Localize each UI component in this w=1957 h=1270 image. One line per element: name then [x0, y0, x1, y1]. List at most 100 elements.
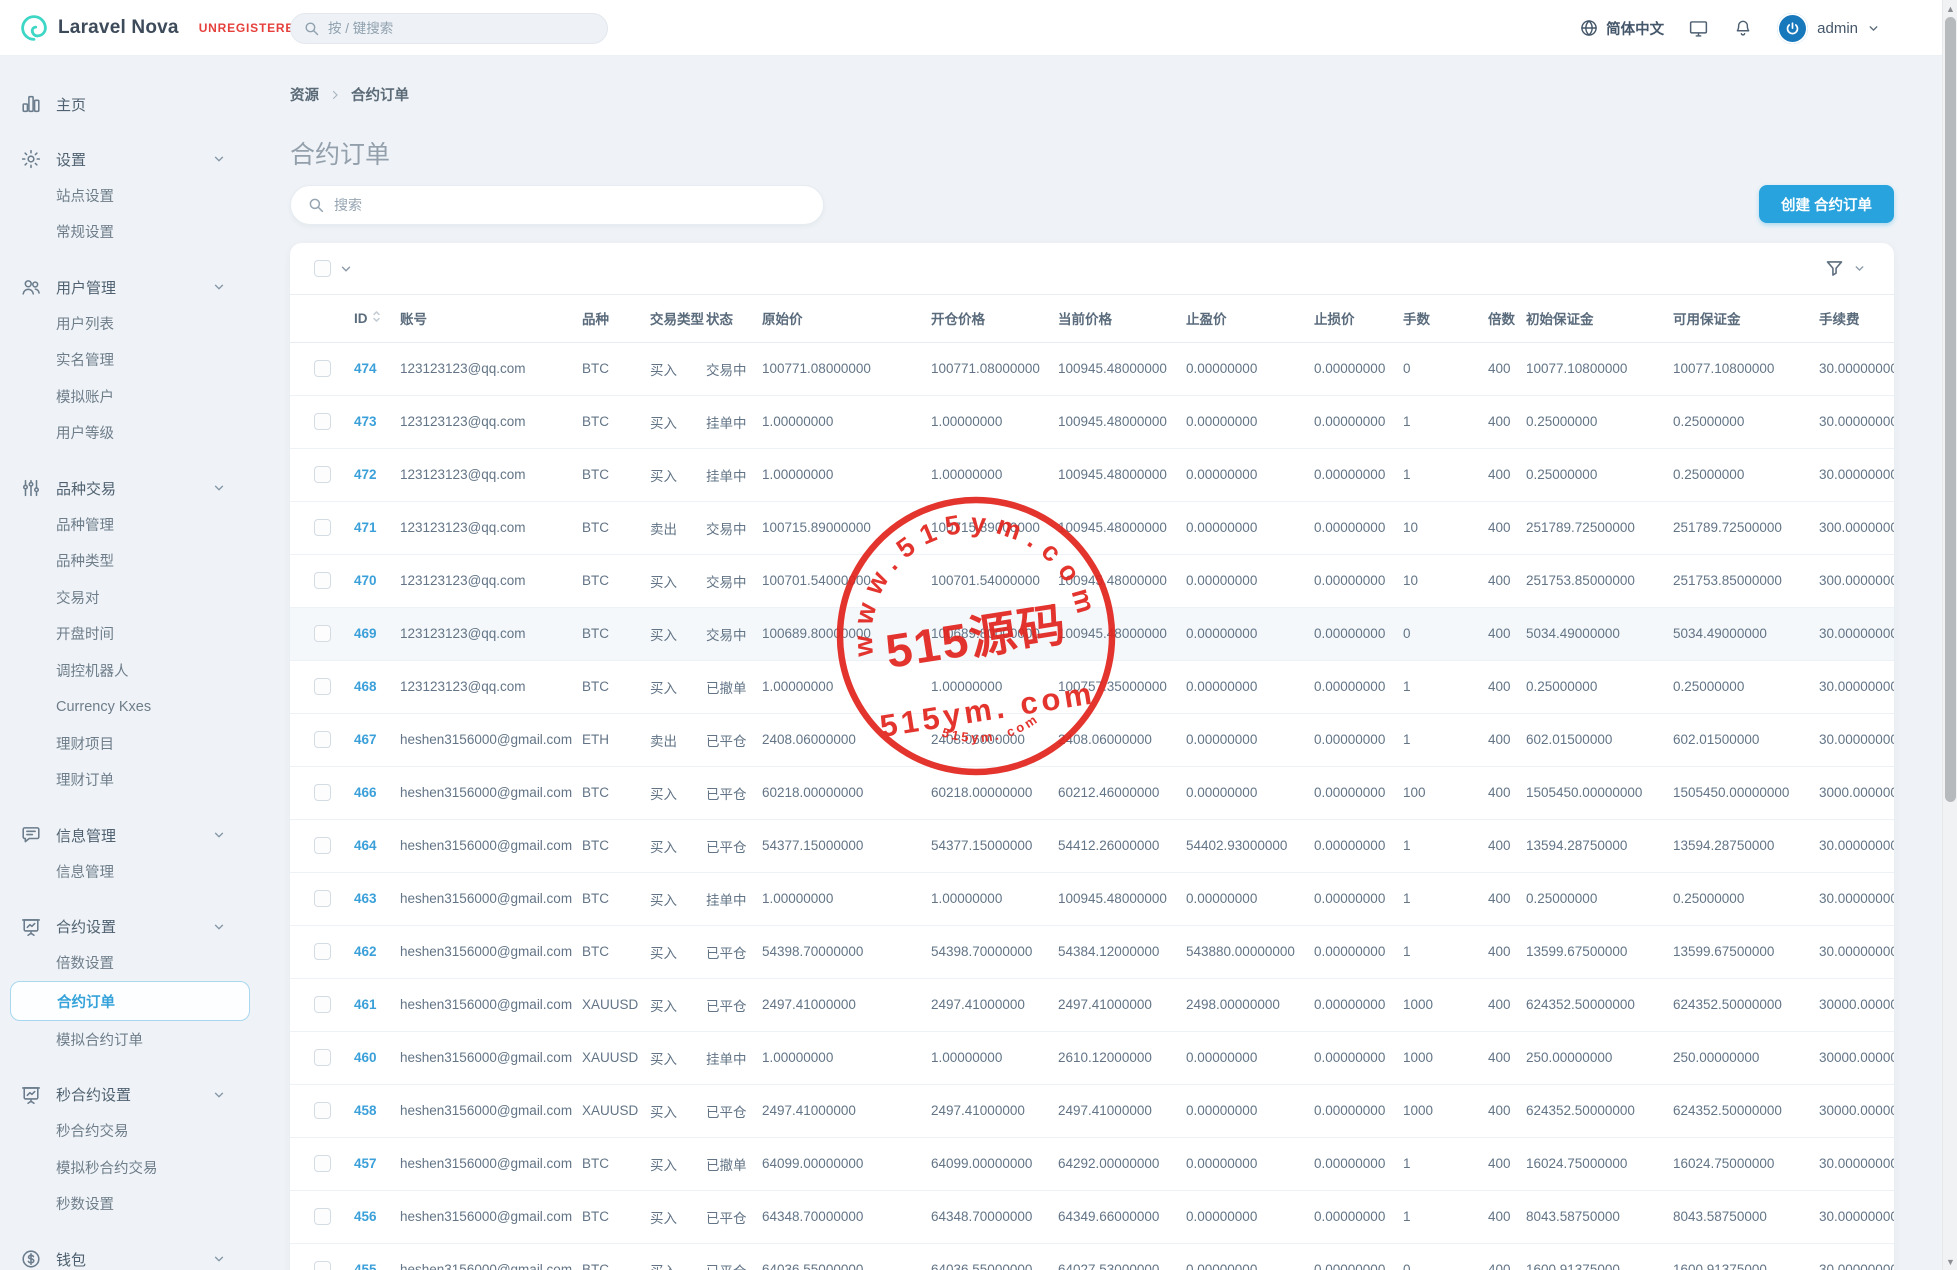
monitor-icon[interactable]	[1688, 18, 1709, 39]
row-id-link[interactable]: 470	[354, 573, 377, 588]
row-checkbox[interactable]	[314, 1261, 331, 1270]
row-id-link[interactable]: 467	[354, 732, 377, 747]
cell: 挂单中	[706, 1031, 762, 1085]
row-checkbox[interactable]	[314, 837, 331, 854]
brand-title[interactable]: Laravel Nova	[58, 17, 179, 39]
cell: 1000	[1403, 1031, 1488, 1085]
row-id-link[interactable]: 455	[354, 1262, 377, 1270]
sidebar-item-user-list[interactable]: 用户列表	[0, 305, 262, 342]
laravel-nova-logo-icon[interactable]	[20, 14, 48, 42]
sidebar-item-multiplier-settings[interactable]: 倍数设置	[0, 945, 262, 982]
sidebar-item-general-settings[interactable]: 常规设置	[0, 214, 262, 251]
row-id-link[interactable]: 466	[354, 785, 377, 800]
sidebar-section-info-management[interactable]: 信息管理	[0, 817, 262, 853]
row-id-link[interactable]: 462	[354, 944, 377, 959]
cell: 13594.28750000	[1673, 819, 1819, 873]
sort-icon[interactable]	[372, 309, 381, 327]
row-checkbox[interactable]	[314, 519, 331, 536]
sidebar-item-demo-accounts[interactable]: 模拟账户	[0, 378, 262, 415]
column-header-11: 倍数	[1488, 295, 1526, 343]
filter-icon[interactable]	[1824, 258, 1845, 279]
sidebar-item-info-management-item[interactable]: 信息管理	[0, 853, 262, 890]
sidebar-item-trading-pairs[interactable]: 交易对	[0, 579, 262, 616]
cell: 挂单中	[706, 395, 762, 449]
cell-id: 458	[354, 1084, 400, 1138]
sidebar-section-user-management[interactable]: 用户管理	[0, 269, 262, 305]
sidebar-item-symbol-types[interactable]: 品种类型	[0, 543, 262, 580]
sidebar-section-contract-settings[interactable]: 合约设置	[0, 909, 262, 945]
sidebar-item-control-robot[interactable]: 调控机器人	[0, 652, 262, 689]
row-checkbox[interactable]	[314, 360, 331, 377]
create-contract-order-button[interactable]: 创建 合约订单	[1758, 185, 1894, 223]
global-search[interactable]	[290, 13, 608, 44]
language-switcher[interactable]: 简体中文	[1579, 18, 1664, 39]
sidebar-section-wallet[interactable]: 钱包	[0, 1241, 262, 1270]
chevron-down-icon[interactable]	[339, 262, 353, 276]
sidebar-section-label: 钱包	[56, 1251, 87, 1269]
sidebar-item-demo-contract-orders[interactable]: 模拟合约订单	[0, 1021, 262, 1058]
sidebar-item-contract-orders[interactable]: 合约订单	[10, 981, 250, 1021]
row-id-link[interactable]: 469	[354, 626, 377, 641]
global-search-input[interactable]	[328, 21, 595, 36]
sidebar-section-second-contract-settings[interactable]: 秒合约设置	[0, 1077, 262, 1113]
column-header-0[interactable]: ID	[354, 295, 400, 343]
row-id-link[interactable]: 472	[354, 467, 377, 482]
row-id-link[interactable]: 463	[354, 891, 377, 906]
scrollbar-up-arrow[interactable]: ▲	[1943, 1, 1957, 16]
select-all-checkbox[interactable]	[314, 260, 331, 277]
sidebar-section-settings[interactable]: 设置	[0, 141, 262, 177]
cell: BTC	[582, 1137, 650, 1191]
sidebar-item-user-levels[interactable]: 用户等级	[0, 415, 262, 452]
sidebar-item-demo-second-contract-trading[interactable]: 模拟秒合约交易	[0, 1149, 262, 1186]
user-menu[interactable]: admin	[1777, 12, 1880, 44]
row-checkbox[interactable]	[314, 1208, 331, 1225]
breadcrumb-root[interactable]: 资源	[290, 84, 319, 105]
row-id-link[interactable]: 468	[354, 679, 377, 694]
scrollbar-thumb[interactable]	[1945, 17, 1956, 802]
resource-search-input[interactable]	[334, 197, 807, 213]
row-id-link[interactable]: 474	[354, 361, 377, 376]
sidebar-section-symbol-trading[interactable]: 品种交易	[0, 470, 262, 506]
scrollbar-down-arrow[interactable]: ▼	[1943, 1254, 1957, 1269]
row-id-link[interactable]: 460	[354, 1050, 377, 1065]
cell: 400	[1488, 501, 1526, 555]
sidebar-item-seconds-settings[interactable]: 秒数设置	[0, 1186, 262, 1223]
cell: 0.00000000	[1314, 1137, 1403, 1191]
sidebar-item-wealth-orders[interactable]: 理财订单	[0, 762, 262, 799]
row-checkbox[interactable]	[314, 1155, 331, 1172]
row-id-link[interactable]: 458	[354, 1103, 377, 1118]
row-checkbox[interactable]	[314, 625, 331, 642]
row-checkbox[interactable]	[314, 890, 331, 907]
sidebar-item-symbol-management[interactable]: 品种管理	[0, 506, 262, 543]
row-id-link[interactable]: 456	[354, 1209, 377, 1224]
row-checkbox[interactable]	[314, 572, 331, 589]
row-checkbox[interactable]	[314, 1049, 331, 1066]
sidebar-item-opening-hours[interactable]: 开盘时间	[0, 616, 262, 653]
sidebar-item-site-settings[interactable]: 站点设置	[0, 177, 262, 214]
sidebar-item-currency-kxes[interactable]: Currency Kxes	[0, 689, 262, 726]
row-checkbox[interactable]	[314, 784, 331, 801]
page-scrollbar[interactable]: ▲ ▼	[1942, 0, 1957, 1270]
row-checkbox[interactable]	[314, 731, 331, 748]
sidebar-item-realname-management[interactable]: 实名管理	[0, 342, 262, 379]
sidebar-section-home[interactable]: 主页	[0, 86, 262, 122]
resource-search[interactable]	[290, 185, 824, 225]
row-id-link[interactable]: 457	[354, 1156, 377, 1171]
row-id-link[interactable]: 464	[354, 838, 377, 853]
row-id-link[interactable]: 473	[354, 414, 377, 429]
sidebar-item-second-contract-trading[interactable]: 秒合约交易	[0, 1113, 262, 1150]
row-checkbox[interactable]	[314, 996, 331, 1013]
chevron-down-icon[interactable]	[1853, 262, 1866, 275]
sidebar-item-wealth-projects[interactable]: 理财项目	[0, 725, 262, 762]
row-checkbox[interactable]	[314, 413, 331, 430]
row-id-link[interactable]: 471	[354, 520, 377, 535]
row-checkbox[interactable]	[314, 1102, 331, 1119]
bell-icon[interactable]	[1733, 18, 1753, 38]
row-id-link[interactable]: 461	[354, 997, 377, 1012]
cell: 0.00000000	[1314, 713, 1403, 767]
row-checkbox[interactable]	[314, 678, 331, 695]
chevron-down-icon	[212, 1088, 226, 1102]
row-checkbox[interactable]	[314, 943, 331, 960]
row-checkbox[interactable]	[314, 466, 331, 483]
cell: 54412.26000000	[1058, 819, 1186, 873]
